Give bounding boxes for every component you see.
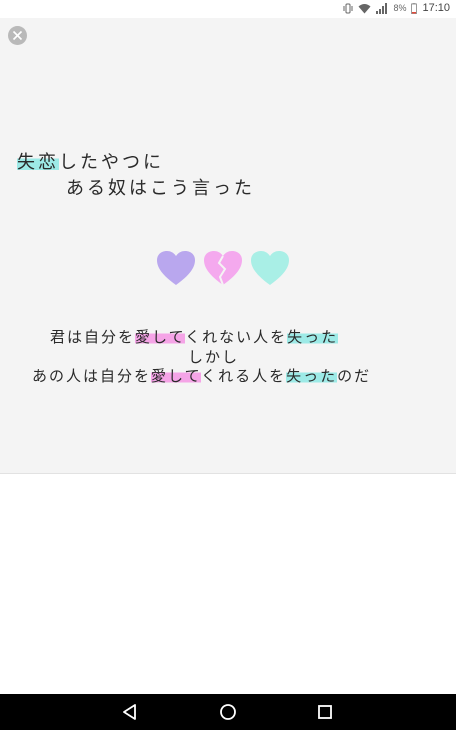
status-bar: 8% 17:10 bbox=[0, 0, 456, 18]
close-icon bbox=[12, 30, 23, 41]
quote-image: 失恋したやつに ある奴はこう言った 君は自分を愛してくれない人を失った しかし … bbox=[0, 18, 456, 474]
recents-button[interactable] bbox=[315, 702, 335, 722]
vibrate-icon bbox=[343, 3, 353, 14]
clock: 17:10 bbox=[422, 2, 450, 14]
quote-line-3: あの人は自分を愛してくれる人を失ったのだ bbox=[32, 365, 371, 386]
wifi-icon bbox=[358, 3, 371, 14]
purple-heart-icon bbox=[157, 251, 195, 285]
quote-line-1-part-2: くれない人を bbox=[185, 328, 288, 346]
quote-line-1: 君は自分を愛してくれない人を失った bbox=[50, 326, 339, 347]
battery-icon bbox=[411, 2, 418, 14]
title-line-2: ある奴はこう言った bbox=[66, 178, 255, 199]
title-line-1-rest: したやつに bbox=[59, 152, 164, 173]
quote-line-3-highlight-lost: 失った bbox=[286, 367, 338, 385]
quote-line-3-part-1: あの人は自分を bbox=[32, 367, 152, 385]
home-icon bbox=[220, 704, 236, 720]
hearts-row bbox=[157, 251, 289, 286]
quote-line-3-highlight-love: 愛して bbox=[151, 367, 202, 385]
back-button[interactable] bbox=[120, 702, 140, 722]
quote-line-2: しかし bbox=[188, 348, 240, 366]
signal-icon bbox=[376, 2, 388, 14]
recents-icon bbox=[318, 705, 332, 719]
home-button[interactable] bbox=[218, 702, 238, 722]
navigation-bar bbox=[0, 694, 456, 730]
close-button[interactable] bbox=[8, 26, 27, 45]
quote-line-1-highlight-lost: 失った bbox=[287, 328, 339, 346]
quote-line-1-highlight-love: 愛して bbox=[135, 328, 186, 346]
cyan-heart-icon bbox=[251, 251, 289, 285]
highlighted-word: 失恋 bbox=[17, 152, 59, 173]
battery-percent: 8% bbox=[393, 3, 407, 13]
quote-line-1-part-1: 君は自分を bbox=[50, 328, 136, 346]
back-icon bbox=[123, 704, 136, 720]
status-icons: 8% 17:10 bbox=[343, 2, 450, 14]
quote-line-3-part-3: のだ bbox=[337, 367, 372, 385]
title-line-1: 失恋したやつに bbox=[17, 148, 164, 174]
quote-line-3-part-2: くれる人を bbox=[201, 367, 287, 385]
